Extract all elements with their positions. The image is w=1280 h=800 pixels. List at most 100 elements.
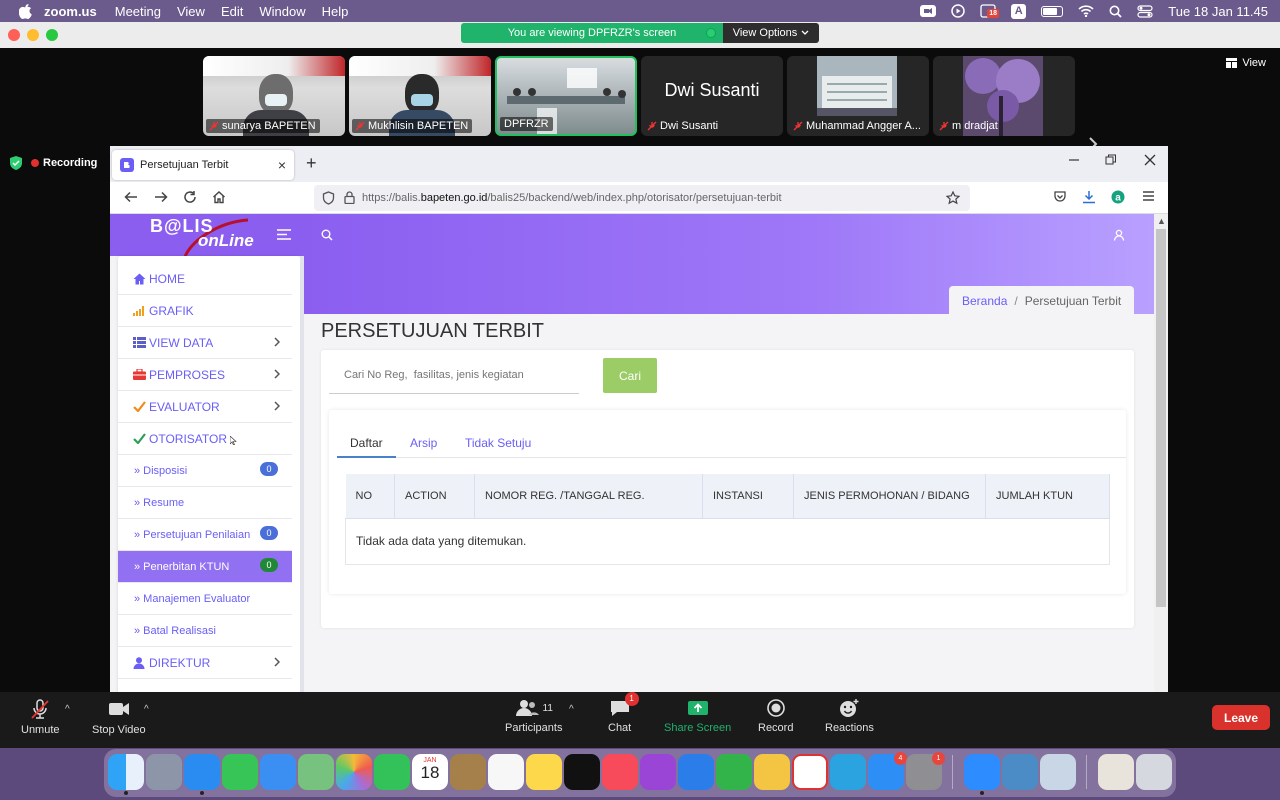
new-tab-icon[interactable]: + [306, 153, 317, 174]
sidebar-item-resume[interactable]: » Resume [118, 487, 292, 519]
search-input[interactable] [329, 356, 579, 394]
menubar-clock[interactable]: Tue 18 Jan 11.45 [1168, 4, 1268, 19]
play-circle-icon[interactable] [951, 4, 965, 18]
participant-tile-sunarya[interactable]: sunarya BAPETEN [203, 56, 345, 136]
search-icon[interactable] [321, 229, 333, 241]
participant-tile-m-dradjat[interactable]: m dradjat [933, 56, 1075, 136]
sidebar-item-disposisi[interactable]: » Disposisi 0 [118, 455, 292, 487]
sidebar-toggle-icon[interactable] [276, 228, 292, 241]
sidebar-item-view-data[interactable]: VIEW DATA [118, 327, 292, 359]
menu-window[interactable]: Window [259, 4, 305, 19]
app-store-icon[interactable]: 4 [868, 752, 907, 790]
notes-icon[interactable] [526, 754, 562, 790]
reload-icon[interactable] [183, 190, 197, 204]
column-header-jumlah-ktun[interactable]: JUMLAH KTUN [985, 474, 1110, 519]
system-preferences-icon[interactable]: 1 [906, 752, 945, 790]
leave-meeting-button[interactable]: Leave [1212, 705, 1270, 730]
lock-icon[interactable] [344, 191, 355, 204]
column-header-action[interactable]: ACTION [394, 474, 475, 519]
launchpad-icon[interactable] [146, 754, 182, 790]
music-icon[interactable] [602, 754, 638, 790]
menu-help[interactable]: Help [322, 4, 349, 19]
unmute-button[interactable]: Unmute [21, 698, 60, 736]
participant-tile-dpfrzr[interactable]: DPFRZR [495, 56, 637, 136]
wps-office-icon[interactable] [792, 754, 828, 790]
url-bar[interactable]: https://balis. bapeten.go.id/balis25/back… [314, 185, 970, 211]
battery-icon[interactable] [1041, 5, 1064, 17]
apple-icon[interactable] [18, 3, 32, 19]
home-page-icon[interactable] [212, 190, 226, 204]
restore-icon[interactable] [1105, 154, 1117, 166]
tracking-shield-icon[interactable] [322, 191, 335, 205]
participant-tile-dwi-susanti[interactable]: Dwi Susanti Dwi Susanti [641, 56, 783, 136]
zoom-app-icon[interactable] [964, 754, 1000, 795]
sidebar-item-manajemen-evaluator[interactable]: » Manajemen Evaluator [118, 583, 292, 615]
control-center-icon[interactable] [1137, 4, 1153, 18]
column-header-jenis-permohonan[interactable]: JENIS PERMOHONAN / BIDANG [793, 474, 986, 519]
column-header-no[interactable]: NO [345, 474, 395, 519]
calendar-status-icon[interactable]: 18 [980, 4, 1000, 18]
close-tab-icon[interactable]: × [278, 157, 286, 173]
reactions-button[interactable]: Reactions [825, 698, 874, 734]
sidebar-item-grafik[interactable]: GRAFIK [118, 295, 292, 327]
column-header-nomor-reg[interactable]: NOMOR REG. /TANGGAL REG. [474, 474, 703, 519]
preview-icon[interactable] [1040, 754, 1076, 790]
wifi-icon[interactable] [1078, 5, 1094, 17]
quicktime-icon[interactable] [1002, 754, 1038, 790]
numbers-icon[interactable] [716, 754, 752, 790]
pocket-icon[interactable] [1053, 190, 1067, 204]
trash-icon[interactable] [1136, 754, 1172, 790]
view-layout-button[interactable]: View [1226, 57, 1266, 69]
input-source-icon[interactable]: A [1011, 3, 1027, 19]
sidebar-item-home[interactable]: HOME [118, 263, 292, 295]
bookmark-star-icon[interactable] [946, 191, 960, 205]
spotlight-search-icon[interactable] [1109, 5, 1122, 18]
podcasts-icon[interactable] [640, 754, 676, 790]
record-button[interactable]: Record [758, 698, 793, 734]
menu-meeting[interactable]: Meeting [115, 4, 161, 19]
photos-icon[interactable] [336, 754, 372, 790]
minimize-icon[interactable] [1068, 154, 1080, 166]
column-header-instansi[interactable]: INSTANSI [702, 474, 794, 519]
audio-options-caret-icon[interactable]: ^ [65, 704, 70, 715]
view-options-button[interactable]: View Options [723, 23, 819, 43]
contacts-icon[interactable] [450, 754, 486, 790]
apple-tv-icon[interactable] [564, 754, 600, 790]
video-options-caret-icon[interactable]: ^ [144, 704, 149, 715]
close-icon[interactable] [1144, 154, 1156, 166]
scrollbar-thumb[interactable] [1156, 229, 1166, 607]
scroll-up-arrow-icon[interactable]: ▲ [1157, 216, 1166, 226]
messages-icon[interactable] [222, 754, 258, 790]
sidebar-scrollbar[interactable] [300, 256, 304, 692]
stop-video-button[interactable]: Stop Video [92, 698, 146, 736]
user-icon[interactable] [1113, 229, 1125, 241]
search-button[interactable]: Cari [603, 358, 657, 393]
chat-button[interactable]: 1 Chat [608, 692, 639, 734]
download-icon[interactable] [1082, 190, 1096, 204]
sidebar-item-otorisator[interactable]: OTORISATOR [118, 423, 292, 455]
sidebar-item-penerbitan-ktun[interactable]: » Penerbitan KTUN 0 [118, 551, 292, 583]
zoom-window-button[interactable] [46, 29, 58, 41]
sidebar-item-persetujuan-penilaian[interactable]: » Persetujuan Penilaian 0 [118, 519, 292, 551]
browser-tab[interactable]: Persetujuan Terbit × [112, 150, 294, 180]
tab-tidak-setuju[interactable]: Tidak Setuju [465, 436, 531, 450]
safari-icon[interactable] [184, 754, 220, 795]
hamburger-menu-icon[interactable] [1142, 190, 1155, 202]
sidebar-item-direktur[interactable]: DIREKTUR [118, 647, 292, 679]
extension-icon[interactable]: a [1111, 190, 1125, 204]
telegram-icon[interactable] [830, 754, 866, 790]
menu-view[interactable]: View [177, 4, 205, 19]
logo-text-online[interactable]: onLine [198, 231, 254, 251]
mail-icon[interactable] [260, 754, 296, 790]
sidebar-item-pemproses[interactable]: PEMPROSES [118, 359, 292, 391]
zoom-status-icon[interactable] [920, 4, 937, 18]
participants-button[interactable]: 11 Participants [505, 698, 562, 734]
sidebar-item-evaluator[interactable]: EVALUATOR [118, 391, 292, 423]
page-scrollbar[interactable]: ▲ [1154, 214, 1168, 692]
participant-tile-muhammad-angger[interactable]: Muhammad Angger A... [787, 56, 929, 136]
participants-caret-icon[interactable]: ^ [569, 704, 574, 715]
maps-icon[interactable] [298, 754, 334, 790]
app-menu-zoom[interactable]: zoom.us [44, 4, 97, 19]
tab-arsip[interactable]: Arsip [410, 436, 437, 450]
recording-indicator[interactable]: Recording [0, 146, 110, 180]
